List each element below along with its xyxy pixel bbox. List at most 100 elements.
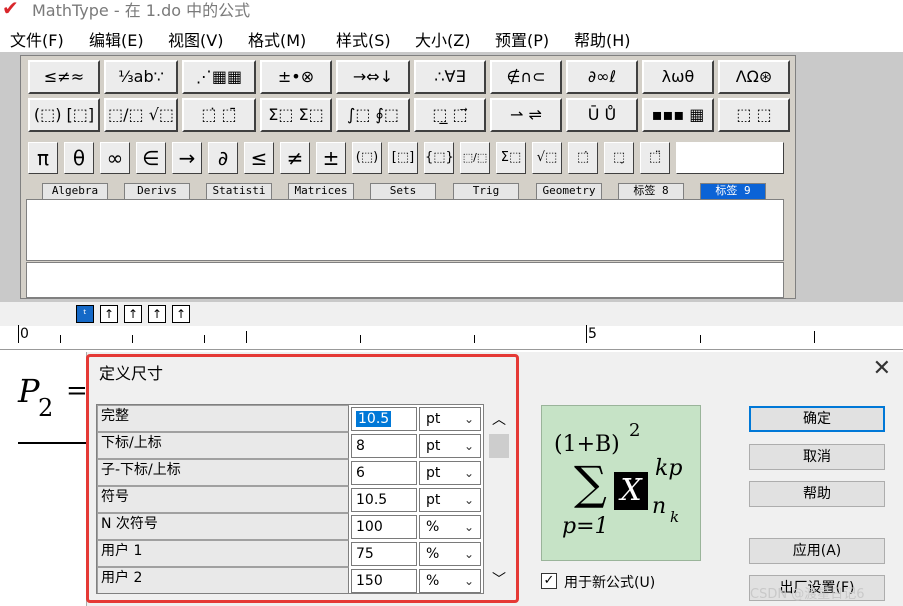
menu-preferences[interactable]: 预置(P) xyxy=(495,27,549,51)
table-row: 用户 2 150 % ⌄ xyxy=(97,567,483,593)
relational-symbols-button[interactable]: ≤≠≈ xyxy=(28,60,100,94)
unit-select[interactable]: pt ⌄ xyxy=(419,461,481,485)
size-subsymbol-button[interactable]: ↑ xyxy=(172,305,190,323)
tab-sets[interactable]: Sets xyxy=(370,183,436,199)
summation-templates-button[interactable]: Σ⬚ Σ⬚ xyxy=(260,98,332,132)
set-theory-symbols-button[interactable]: ∉∩⊂ xyxy=(490,60,562,94)
scroll-down-icon[interactable]: ﹀ xyxy=(486,568,512,592)
partial-symbol-button[interactable]: ∂ xyxy=(208,142,238,174)
size-value-field[interactable]: 100 xyxy=(351,515,417,539)
chevron-down-icon: ⌄ xyxy=(463,574,474,588)
ruler-tick xyxy=(246,331,247,343)
unit-select[interactable]: % ⌄ xyxy=(419,515,481,539)
fence-templates-button[interactable]: (⬚) [⬚] xyxy=(28,98,100,132)
embellishments-button[interactable]: ⋰▦▦ xyxy=(182,60,256,94)
logical-symbols-button[interactable]: ∴∀∃ xyxy=(414,60,486,94)
not-equal-symbol-button[interactable]: ≠ xyxy=(280,142,310,174)
use-for-new-equations-checkbox[interactable]: ✓ xyxy=(541,573,557,589)
braces-template-button[interactable]: {⬚} xyxy=(424,142,454,174)
chevron-down-icon: ⌄ xyxy=(463,493,474,507)
products-set-theory-button[interactable]: Ū Ů xyxy=(566,98,638,132)
fraction-radical-button[interactable]: ⬚/⬚ √⬚ xyxy=(104,98,178,132)
parentheses-template-button[interactable]: (⬚) xyxy=(352,142,382,174)
size-sub-subscript-button[interactable]: ↑ xyxy=(124,305,142,323)
greek-uppercase-button[interactable]: ΛΩ⊛ xyxy=(718,60,790,94)
integral-templates-button[interactable]: ∫⬚ ∮⬚ xyxy=(336,98,410,132)
formula-subscript: 2 xyxy=(38,394,54,422)
arrow-symbols-button[interactable]: →⇔↓ xyxy=(336,60,410,94)
row-label: 完整 xyxy=(97,405,349,432)
menu-format[interactable]: 格式(M) xyxy=(248,27,306,51)
greek-lowercase-button[interactable]: λωθ xyxy=(642,60,714,94)
menu-help[interactable]: 帮助(H) xyxy=(574,27,631,51)
matrix-templates-button[interactable]: ▪▪▪ ▦ xyxy=(642,98,714,132)
tab-derivs[interactable]: Derivs xyxy=(124,183,190,199)
brackets-template-button[interactable]: [⬚] xyxy=(388,142,418,174)
preview-superscript: kp xyxy=(655,456,683,481)
unit-select[interactable]: % ⌄ xyxy=(419,569,481,593)
tab-label-8[interactable]: 标签 8 xyxy=(618,183,684,199)
table-scrollbar[interactable]: ︿ ﹀ xyxy=(486,404,512,594)
less-equal-symbol-button[interactable]: ≤ xyxy=(244,142,274,174)
unit-select[interactable]: pt ⌄ xyxy=(419,434,481,458)
cancel-button[interactable]: 取消 xyxy=(749,444,885,470)
ok-button[interactable]: 确定 xyxy=(749,406,885,432)
table-row: 用户 1 75 % ⌄ xyxy=(97,540,483,567)
theta-symbol-button[interactable]: θ xyxy=(64,142,94,174)
row-label: N 次符号 xyxy=(97,513,349,540)
box-templates-button[interactable]: ⬚ ⬚ xyxy=(718,98,790,132)
plus-minus-symbol-button[interactable]: ± xyxy=(316,142,346,174)
menu-style[interactable]: 样式(S) xyxy=(336,27,391,51)
superscript-template-button[interactable]: ⬚̇ xyxy=(568,142,598,174)
watermark: CSDN @渡星日记6 xyxy=(750,587,865,602)
tab-matrices[interactable]: Matrices xyxy=(288,183,354,199)
close-icon[interactable]: ✕ xyxy=(873,356,891,381)
unit-select[interactable]: % ⌄ xyxy=(419,542,481,566)
size-value-field[interactable]: 75 xyxy=(351,542,417,566)
underbar-overbar-button[interactable]: ⬚̲ ⬚⃗ xyxy=(414,98,486,132)
sqrt-template-button[interactable]: √⬚ xyxy=(532,142,562,174)
ruler-mark-5: 5 xyxy=(588,326,597,342)
palette-empty-slot xyxy=(676,142,784,174)
ruler: 0 5 xyxy=(0,325,903,350)
size-value-field[interactable]: 150 xyxy=(351,569,417,593)
sub-superscript-template-button[interactable]: ⬚̈ xyxy=(640,142,670,174)
chevron-down-icon: ⌄ xyxy=(463,466,474,480)
size-value-field[interactable]: 10.5 xyxy=(351,407,417,431)
unit-select[interactable]: pt ⌄ xyxy=(419,488,481,512)
sum-template-button[interactable]: Σ⬚ xyxy=(496,142,526,174)
preview-subscript-k: k xyxy=(670,508,680,526)
apply-button[interactable]: 应用(A) xyxy=(749,538,885,564)
misc-symbols-button[interactable]: ∂∞ℓ xyxy=(566,60,638,94)
pi-symbol-button[interactable]: π xyxy=(28,142,58,174)
size-value-field[interactable]: 8 xyxy=(351,434,417,458)
spaces-ellipses-button[interactable]: ⅓ab∵ xyxy=(104,60,178,94)
help-button[interactable]: 帮助 xyxy=(749,481,885,507)
scroll-up-icon[interactable]: ︿ xyxy=(486,408,512,432)
size-value-field[interactable]: 10.5 xyxy=(351,488,417,512)
unit-select[interactable]: pt ⌄ xyxy=(419,407,481,431)
size-symbol-button[interactable]: ↑ xyxy=(148,305,166,323)
menu-edit[interactable]: 编辑(E) xyxy=(89,27,144,51)
scroll-thumb[interactable] xyxy=(489,434,509,458)
tab-statistics[interactable]: Statisti xyxy=(206,183,272,199)
tab-label-9[interactable]: 标签 9 xyxy=(700,183,766,199)
subscript-superscript-button[interactable]: ⬚̇ ⬚̄ xyxy=(182,98,256,132)
menu-view[interactable]: 视图(V) xyxy=(168,27,223,51)
size-subscript-button[interactable]: ↑ xyxy=(100,305,118,323)
preview-base: (1+B) xyxy=(554,432,620,457)
tab-trig[interactable]: Trig xyxy=(453,183,519,199)
size-value-field[interactable]: 6 xyxy=(351,461,417,485)
tab-geometry[interactable]: Geometry xyxy=(536,183,602,199)
subscript-template-button[interactable]: ⬚̣ xyxy=(604,142,634,174)
menu-size[interactable]: 大小(Z) xyxy=(415,27,470,51)
labeled-arrow-button[interactable]: ⇀ ⇌ xyxy=(490,98,562,132)
fraction-template-button[interactable]: ⬚/⬚ xyxy=(460,142,490,174)
operator-symbols-button[interactable]: ±•⊗ xyxy=(260,60,332,94)
element-of-symbol-button[interactable]: ∈ xyxy=(136,142,166,174)
infinity-symbol-button[interactable]: ∞ xyxy=(100,142,130,174)
right-arrow-symbol-button[interactable]: → xyxy=(172,142,202,174)
menu-file[interactable]: 文件(F) xyxy=(10,27,64,51)
tab-algebra[interactable]: Algebra xyxy=(42,183,108,199)
size-full-button[interactable]: ᵗ xyxy=(76,305,94,323)
